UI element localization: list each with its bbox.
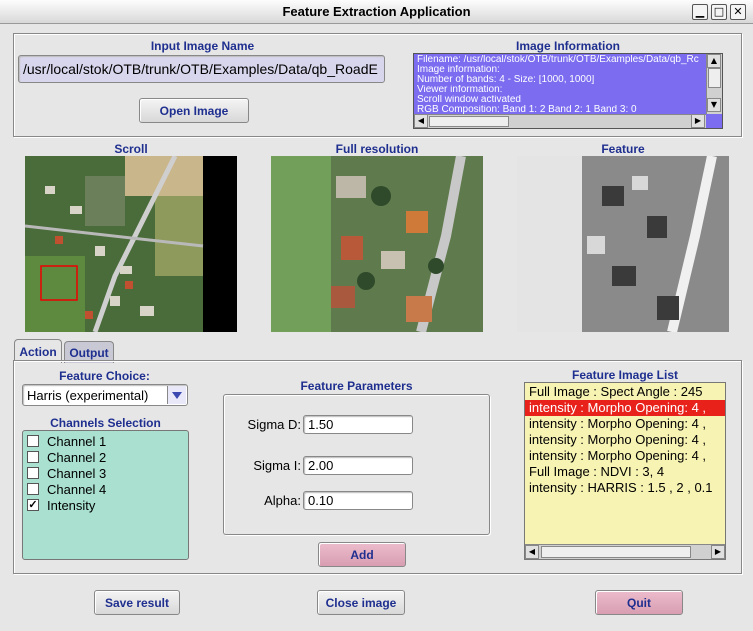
add-button[interactable]: Add xyxy=(318,542,406,567)
sigma-d-field[interactable]: 1.50 xyxy=(303,415,413,434)
intensity-row[interactable]: ✓ Intensity xyxy=(27,497,184,513)
arrow-left-icon[interactable]: ◀ xyxy=(414,114,428,128)
arrow-right-icon[interactable]: ▶ xyxy=(711,545,725,559)
feature-view[interactable] xyxy=(517,156,729,332)
feature-choice-value: Harris (experimental) xyxy=(27,387,149,403)
arrow-down-icon[interactable]: ▼ xyxy=(707,98,721,112)
feature-choice-select[interactable]: Harris (experimental) xyxy=(22,384,188,406)
chevron-down-icon[interactable] xyxy=(167,386,186,404)
scroll-thumb[interactable] xyxy=(541,546,691,558)
channel-2-row[interactable]: Channel 2 xyxy=(27,449,184,465)
input-image-label: Input Image Name xyxy=(150,39,255,53)
checkbox[interactable] xyxy=(27,451,39,463)
save-result-button[interactable]: Save result xyxy=(94,590,180,615)
list-item[interactable]: intensity : Morpho Opening: 4 , xyxy=(525,448,725,464)
arrow-right-icon[interactable]: ▶ xyxy=(691,114,705,128)
info-line: Filename: /usr/local/stok/OTB/trunk/OTB/… xyxy=(417,55,699,65)
channel-4-row[interactable]: Channel 4 xyxy=(27,481,184,497)
info-line: Scroll window activated xyxy=(417,95,521,105)
channel-label: Intensity xyxy=(47,497,96,513)
list-item[interactable]: intensity : HARRIS : 1.5 , 2 , 0.1 xyxy=(525,480,725,496)
list-horizontal-scrollbar[interactable]: ◀ ▶ xyxy=(525,544,725,559)
feature-choice-label: Feature Choice: xyxy=(59,369,150,383)
info-line: Image information: xyxy=(417,65,500,75)
channels-selection-box: Channel 1 Channel 2 Channel 3 Channel 4 … xyxy=(22,430,189,560)
scroll-view-label: Scroll xyxy=(114,142,148,156)
sigma-d-label: Sigma D: xyxy=(247,417,301,432)
channel-label: Channel 2 xyxy=(47,449,107,465)
info-horizontal-scrollbar[interactable]: ◀ ▶ xyxy=(414,114,706,128)
channel-label: Channel 3 xyxy=(47,465,107,481)
input-image-path-field[interactable]: /usr/local/stok/OTB/trunk/OTB/Examples/D… xyxy=(18,55,385,83)
open-image-button[interactable]: Open Image xyxy=(139,98,249,123)
image-information-text: Filename: /usr/local/stok/OTB/trunk/OTB/… xyxy=(417,55,705,115)
full-resolution-image xyxy=(271,156,483,332)
arrow-up-icon[interactable]: ▲ xyxy=(707,54,721,68)
image-information-box[interactable]: Filename: /usr/local/stok/OTB/trunk/OTB/… xyxy=(413,53,723,129)
window-title: Feature Extraction Application xyxy=(282,4,471,19)
list-item[interactable]: intensity : Morpho Opening: 4 , xyxy=(525,432,725,448)
feature-image xyxy=(517,156,729,332)
alpha-field[interactable]: 0.10 xyxy=(303,491,413,510)
feature-image-list-label: Feature Image List xyxy=(571,368,679,382)
checkbox[interactable]: ✓ xyxy=(27,499,39,511)
alpha-label: Alpha: xyxy=(264,493,301,508)
checkbox[interactable] xyxy=(27,467,39,479)
scroll-thumb[interactable] xyxy=(708,68,721,88)
channel-label: Channel 1 xyxy=(47,433,107,449)
scroll-view[interactable] xyxy=(25,156,237,332)
full-resolution-view[interactable] xyxy=(271,156,483,332)
checkbox[interactable] xyxy=(27,435,39,447)
close-icon[interactable]: ✕ xyxy=(730,4,746,20)
feature-image-list[interactable]: Full Image : Spect Angle : 245 intensity… xyxy=(524,382,726,560)
minimize-icon[interactable]: ▁ xyxy=(692,4,708,20)
list-item-selected[interactable]: intensity : Morpho Opening: 4 , xyxy=(525,400,725,416)
list-item[interactable]: intensity : Morpho Opening: 4 , xyxy=(525,416,725,432)
close-image-button[interactable]: Close image xyxy=(317,590,405,615)
sigma-i-field[interactable]: 2.00 xyxy=(303,456,413,475)
feature-list-items: Full Image : Spect Angle : 245 intensity… xyxy=(525,384,725,544)
maximize-icon[interactable]: □ xyxy=(711,4,727,20)
quit-button[interactable]: Quit xyxy=(595,590,683,615)
scroll-thumb[interactable] xyxy=(429,116,509,127)
full-resolution-label: Full resolution xyxy=(335,142,419,156)
list-item[interactable]: Full Image : Spect Angle : 245 xyxy=(525,384,725,400)
image-information-label: Image Information xyxy=(515,39,620,53)
scroll-image xyxy=(25,156,237,332)
sigma-i-label: Sigma I: xyxy=(253,458,301,473)
feature-view-label: Feature xyxy=(601,142,645,156)
channel-1-row[interactable]: Channel 1 xyxy=(27,433,184,449)
channel-3-row[interactable]: Channel 3 xyxy=(27,465,184,481)
list-item[interactable]: Full Image : NDVI : 3, 4 xyxy=(525,464,725,480)
info-line: Number of bands: 4 - Size: [1000, 1000] xyxy=(417,75,595,85)
info-vertical-scrollbar[interactable]: ▲ ▼ xyxy=(706,54,722,114)
feature-parameters-label: Feature Parameters xyxy=(300,379,413,393)
arrow-left-icon[interactable]: ◀ xyxy=(525,545,539,559)
channels-selection-label: Channels Selection xyxy=(50,416,161,430)
channel-label: Channel 4 xyxy=(47,481,107,497)
info-line: Viewer information: xyxy=(417,85,503,95)
checkbox[interactable] xyxy=(27,483,39,495)
